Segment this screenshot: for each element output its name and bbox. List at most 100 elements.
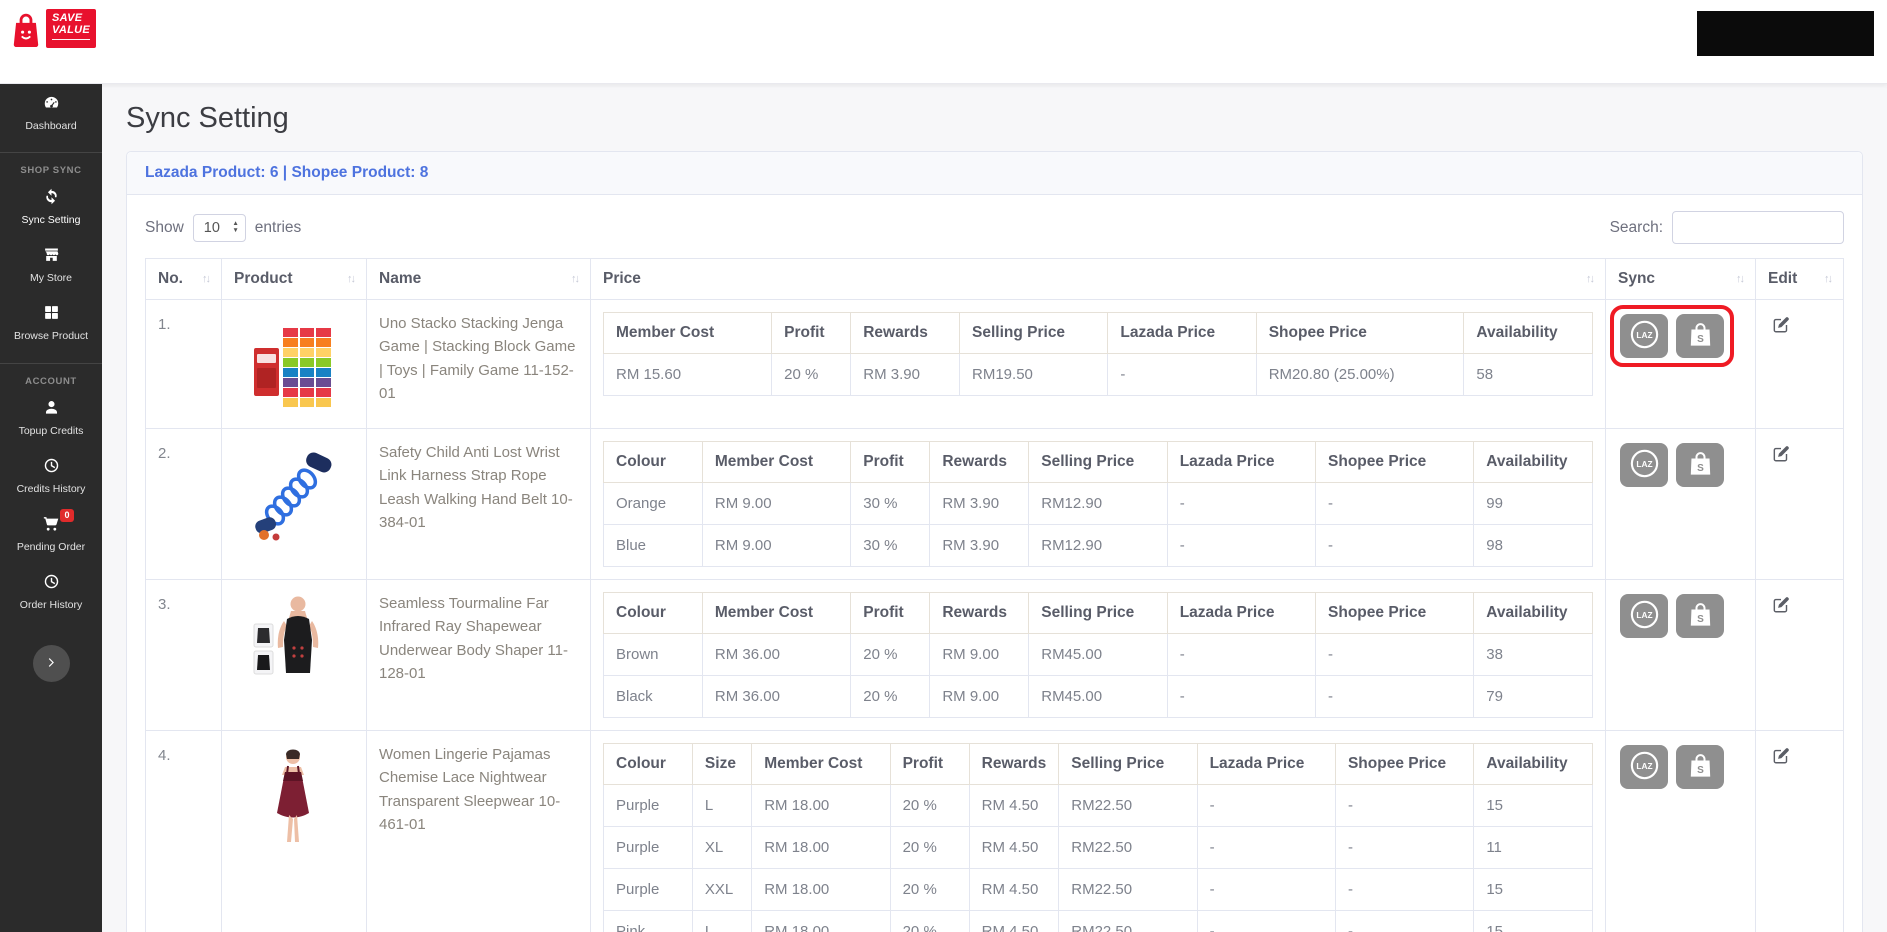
sort-icon: ↑↓ xyxy=(347,273,356,285)
edit-pencil-icon xyxy=(1771,317,1791,338)
page-size-select[interactable]: 10 xyxy=(192,213,246,242)
lazada-icon: LAZ xyxy=(1629,750,1660,784)
edit-cell xyxy=(1755,579,1844,731)
price-column-rewards: Rewards xyxy=(929,592,1030,634)
product-cell xyxy=(221,579,367,731)
product-cell xyxy=(221,299,367,429)
lazada-sync-button[interactable]: LAZ xyxy=(1620,745,1668,789)
product-name: Women Lingerie Pajamas Chemise Lace Nigh… xyxy=(366,730,591,932)
shopee-sync-button[interactable]: S xyxy=(1676,745,1724,789)
edit-pencil-icon xyxy=(1771,446,1791,467)
price-header-row: Member Cost Profit Rewards Selling Price Laz… xyxy=(602,312,1593,354)
edit-button[interactable] xyxy=(1768,592,1794,621)
sidebar-item-label: Credits History xyxy=(16,482,86,495)
price-value: RM45.00 xyxy=(1028,675,1168,718)
chevron-right-icon xyxy=(45,656,58,672)
product-image-lingerie xyxy=(250,745,338,847)
column-header-sync[interactable]: Sync ↑↓ xyxy=(1605,258,1756,300)
lazada-sync-button[interactable]: LAZ xyxy=(1620,594,1668,638)
sync-buttons: LAZ S xyxy=(1618,592,1726,640)
sidebar-item-pending-order[interactable]: 0 Pending Order xyxy=(0,505,102,563)
sync-cell: LAZ S xyxy=(1605,428,1756,580)
svg-text:LAZ: LAZ xyxy=(1636,330,1652,340)
search-input[interactable] xyxy=(1672,211,1844,244)
lazada-sync-button[interactable]: LAZ xyxy=(1620,314,1668,358)
column-header-no[interactable]: No. ↑↓ xyxy=(145,258,222,300)
sync-buttons: LAZ S xyxy=(1610,305,1734,367)
price-value: 15 xyxy=(1473,868,1593,911)
sync-buttons: LAZ S xyxy=(1618,743,1726,791)
shopee-sync-button[interactable]: S xyxy=(1676,443,1724,487)
price-value: - xyxy=(1315,482,1475,525)
price-column-profit: Profit xyxy=(850,441,931,483)
app-logo[interactable]: SAVE VALUE xyxy=(9,9,96,51)
svg-text:S: S xyxy=(1697,614,1704,625)
edit-button[interactable] xyxy=(1768,312,1794,341)
price-column-member-cost: Member Cost xyxy=(751,743,891,785)
column-label: No. xyxy=(158,270,183,287)
price-value: - xyxy=(1107,353,1257,396)
price-header-row: Colour Member Cost Profit Rewards Selling Pr… xyxy=(603,441,1593,483)
sidebar-item-sync-setting[interactable]: Sync Setting xyxy=(0,178,102,236)
price-subtable: Member Cost Profit Rewards Selling Price Laz… xyxy=(602,312,1593,396)
price-value: L xyxy=(691,784,753,827)
price-value: 30 % xyxy=(850,524,931,567)
sidebar-item-dashboard[interactable]: Dashboard xyxy=(0,84,102,142)
price-column-rewards: Rewards xyxy=(968,743,1060,785)
sidebar-item-topup-credits[interactable]: Topup Credits xyxy=(0,389,102,447)
sidebar-item-label: Topup Credits xyxy=(18,424,84,437)
shopee-sync-button[interactable]: S xyxy=(1676,314,1724,358)
price-value: - xyxy=(1166,482,1317,525)
sync-cell: LAZ S xyxy=(1605,579,1756,731)
sidebar-item-order-history[interactable]: Order History xyxy=(0,563,102,621)
price-column-member-cost: Member Cost xyxy=(701,441,852,483)
price-value: Purple xyxy=(603,868,693,911)
column-header-name[interactable]: Name ↑↓ xyxy=(366,258,591,300)
svg-text:LAZ: LAZ xyxy=(1636,610,1652,620)
price-value: - xyxy=(1166,633,1317,676)
price-column-member-cost: Member Cost xyxy=(602,312,773,354)
product-row: 4. Women Lingerie Pajamas Chemise Lace Ni… xyxy=(145,730,1844,932)
sidebar: Dashboard SHOP SYNC Sync Setting My Store Br… xyxy=(0,84,102,932)
edit-button[interactable] xyxy=(1768,743,1794,772)
column-header-product[interactable]: Product ↑↓ xyxy=(221,258,367,300)
product-image-wrist-link xyxy=(250,443,338,545)
lazada-sync-button[interactable]: LAZ xyxy=(1620,443,1668,487)
cart-icon: 0 xyxy=(43,508,74,532)
shopee-bag-icon: S xyxy=(1686,449,1715,481)
grid-icon xyxy=(43,304,60,321)
sidebar-heading-account: ACCOUNT xyxy=(0,362,102,389)
sidebar-item-credits-history[interactable]: Credits History xyxy=(0,447,102,505)
price-value: - xyxy=(1334,784,1475,827)
price-column-shopee-price: Shopee Price xyxy=(1315,441,1475,483)
sidebar-item-label: Order History xyxy=(19,598,83,611)
sidebar-toggle-button[interactable] xyxy=(32,645,70,682)
price-column-availability: Availability xyxy=(1463,312,1593,354)
column-header-edit[interactable]: Edit ↑↓ xyxy=(1755,258,1844,300)
edit-cell xyxy=(1755,299,1844,429)
card-body: Show 10 ▲ ▼ entries Search: No. ↑↓ Produ… xyxy=(127,195,1862,932)
shopee-bag-icon: S xyxy=(1686,600,1715,632)
price-column-lazada-price: Lazada Price xyxy=(1166,441,1317,483)
price-value: - xyxy=(1334,910,1475,932)
edit-button[interactable] xyxy=(1768,441,1794,470)
user-menu-redacted[interactable] xyxy=(1697,11,1874,56)
price-column-selling-price: Selling Price xyxy=(959,312,1109,354)
sidebar-item-browse-product[interactable]: Browse Product xyxy=(0,294,102,352)
price-value: RM 15.60 xyxy=(602,353,773,396)
page-size-control: Show 10 ▲ ▼ entries xyxy=(145,213,301,242)
table-controls: Show 10 ▲ ▼ entries Search: xyxy=(145,211,1844,244)
shopee-sync-button[interactable]: S xyxy=(1676,594,1724,638)
lazada-icon: LAZ xyxy=(1629,448,1660,482)
sidebar-item-my-store[interactable]: My Store xyxy=(0,236,102,294)
table-header-row: No. ↑↓ Product ↑↓ Name ↑↓ Price ↑↓ Sync ↑↓ Edit ↑↓ xyxy=(145,258,1844,300)
price-value: 79 xyxy=(1473,675,1593,718)
column-header-price[interactable]: Price ↑↓ xyxy=(590,258,1606,300)
sync-cell: LAZ S xyxy=(1605,299,1756,429)
brand-bag-icon xyxy=(9,9,43,51)
brand-title: SAVE xyxy=(52,12,83,24)
price-value: 99 xyxy=(1473,482,1593,525)
product-row: 2. Safety Child Anti Lost Wrist Link Harn… xyxy=(145,428,1844,580)
sidebar-item-label: Browse Product xyxy=(13,330,89,343)
price-column-profit: Profit xyxy=(889,743,970,785)
